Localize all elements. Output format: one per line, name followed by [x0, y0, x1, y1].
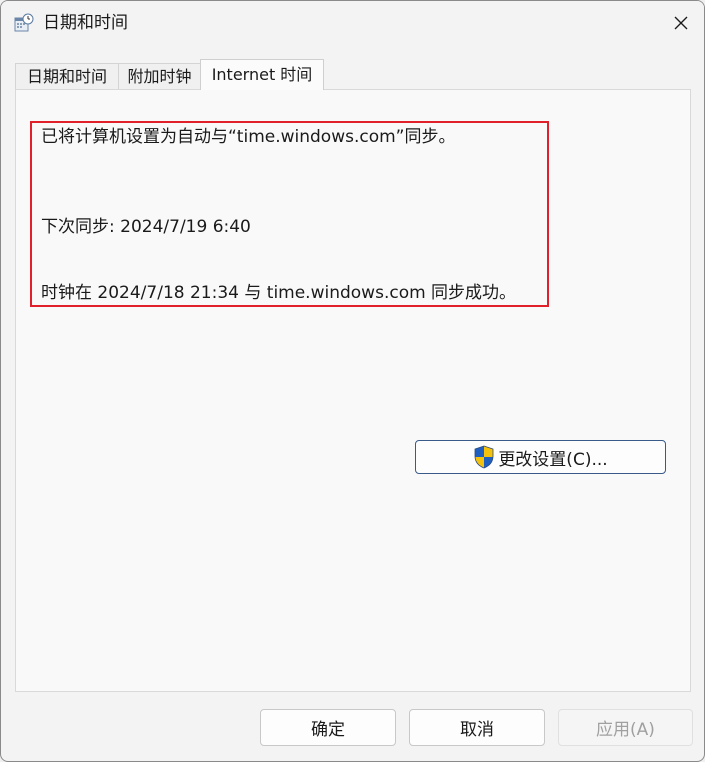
tab-internet-time[interactable]: Internet 时间	[200, 59, 324, 90]
date-time-app-icon	[14, 13, 34, 32]
cancel-button[interactable]: 取消	[409, 709, 545, 746]
sync-configured-text: 已将计算机设置为自动与“time.windows.com”同步。	[41, 127, 456, 147]
window-title: 日期和时间	[43, 13, 128, 33]
title-bar: 日期和时间	[1, 1, 704, 45]
tab-date-time[interactable]: 日期和时间	[15, 63, 119, 89]
date-time-dialog: 日期和时间 日期和时间 附加时钟 Internet 时间 已将计算机设置为自动与…	[0, 0, 705, 762]
change-settings-button[interactable]: 更改设置(C)...	[415, 440, 666, 474]
tab-additional-clocks[interactable]: 附加时钟	[118, 63, 201, 89]
close-button[interactable]	[658, 1, 704, 45]
change-settings-label: 更改设置(C)...	[498, 449, 608, 470]
next-sync-text: 下次同步: 2024/7/19 6:40	[41, 217, 251, 237]
last-sync-text: 时钟在 2024/7/18 21:34 与 time.windows.com 同…	[41, 283, 517, 303]
uac-shield-icon	[474, 445, 494, 469]
close-icon	[674, 16, 688, 30]
ok-button[interactable]: 确定	[260, 709, 396, 746]
apply-button[interactable]: 应用(A)	[558, 709, 693, 746]
